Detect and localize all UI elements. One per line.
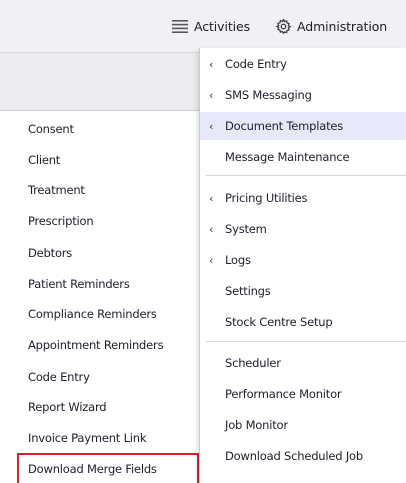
dropdown-item-label: SMS Messaging (225, 88, 312, 102)
administration-menu-button[interactable]: Administration (275, 0, 387, 53)
left-panel-header (0, 53, 199, 111)
dropdown-item-sms-messaging[interactable]: ‹ SMS Messaging (200, 81, 406, 109)
dropdown-divider (206, 341, 406, 342)
left-menu-item-client[interactable]: Client (28, 153, 60, 167)
left-menu-item-report-wizard[interactable]: Report Wizard (28, 400, 107, 414)
dropdown-divider (206, 175, 406, 176)
dropdown-item-label: Job Monitor (225, 418, 288, 432)
dropdown-item-label: Code Entry (225, 57, 287, 71)
dropdown-item-document-templates[interactable]: ‹ Document Templates (200, 112, 406, 140)
left-menu-item-prescription[interactable]: Prescription (28, 214, 94, 228)
highlight-box (17, 453, 199, 483)
chevron-left-icon: ‹ (209, 222, 214, 236)
list-icon (171, 19, 189, 34)
left-menu-item-treatment[interactable]: Treatment (28, 183, 85, 197)
dropdown-item-label: Pricing Utilities (225, 191, 308, 205)
dropdown-item-job-monitor[interactable]: Job Monitor (200, 411, 406, 439)
left-menu-item-patient-reminders[interactable]: Patient Reminders (28, 277, 130, 291)
chevron-left-icon: ‹ (209, 119, 214, 133)
dropdown-item-label: Download Scheduled Job (225, 449, 363, 463)
left-menu-item-invoice-payment-link[interactable]: Invoice Payment Link (28, 431, 147, 445)
activities-label: Activities (194, 19, 251, 34)
dropdown-item-logs[interactable]: ‹ Logs (200, 246, 406, 274)
administration-label: Administration (297, 19, 388, 34)
dropdown-item-system[interactable]: ‹ System (200, 215, 406, 243)
dropdown-item-label: Settings (225, 284, 271, 298)
left-menu-item-code-entry[interactable]: Code Entry (28, 370, 90, 384)
dropdown-item-label: Scheduler (225, 356, 281, 370)
left-menu-item-debtors[interactable]: Debtors (28, 246, 72, 260)
administration-dropdown: ‹ Code Entry ‹ SMS Messaging ‹ Document … (199, 48, 406, 483)
dropdown-item-code-entry[interactable]: ‹ Code Entry (200, 50, 406, 78)
chevron-left-icon: ‹ (209, 191, 214, 205)
left-menu-item-consent[interactable]: Consent (28, 122, 74, 136)
dropdown-item-performance-monitor[interactable]: Performance Monitor (200, 380, 406, 408)
dropdown-item-pricing-utilities[interactable]: ‹ Pricing Utilities (200, 184, 406, 212)
gear-icon (275, 18, 292, 35)
chevron-left-icon: ‹ (209, 253, 214, 267)
dropdown-item-label: Performance Monitor (225, 387, 342, 401)
dropdown-item-settings[interactable]: Settings (200, 277, 406, 305)
dropdown-item-label: System (225, 222, 267, 236)
dropdown-item-label: Stock Centre Setup (225, 315, 333, 329)
dropdown-item-label: Document Templates (225, 119, 344, 133)
chevron-left-icon: ‹ (209, 88, 214, 102)
left-menu-item-appointment-reminders[interactable]: Appointment Reminders (28, 338, 164, 352)
dropdown-item-message-maintenance[interactable]: Message Maintenance (200, 143, 406, 171)
chevron-left-icon: ‹ (209, 57, 214, 71)
dropdown-item-download-scheduled-job[interactable]: Download Scheduled Job (200, 442, 406, 470)
dropdown-item-stock-centre-setup[interactable]: Stock Centre Setup (200, 308, 406, 336)
top-bar: Activities Administration (0, 0, 406, 53)
left-menu-item-compliance-reminders[interactable]: Compliance Reminders (28, 307, 157, 321)
dropdown-item-scheduler[interactable]: Scheduler (200, 349, 406, 377)
activities-menu-button[interactable]: Activities (171, 0, 250, 53)
dropdown-item-label: Message Maintenance (225, 150, 350, 164)
dropdown-item-label: Logs (225, 253, 251, 267)
